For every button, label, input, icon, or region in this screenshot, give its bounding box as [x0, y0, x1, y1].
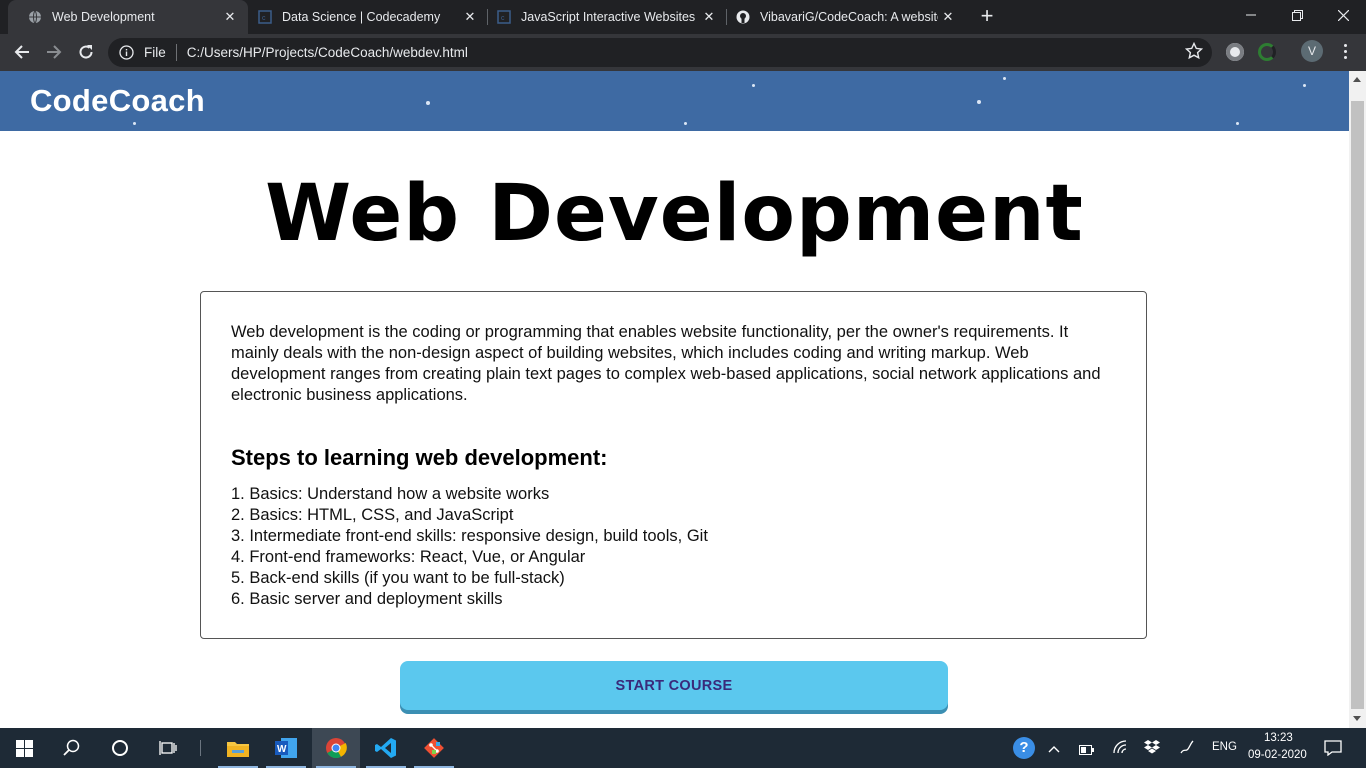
- step-item: 1. Basics: Understand how a website work…: [231, 485, 550, 503]
- site-header: CodeCoach: [0, 71, 1349, 131]
- content-card: Web development is the coding or program…: [200, 291, 1147, 639]
- intro-paragraph: Web development is the coding or program…: [231, 323, 1101, 404]
- tab-label: JavaScript Interactive Websites | C: [521, 10, 699, 24]
- battery-icon[interactable]: [1079, 742, 1095, 760]
- page-title: Web Development: [265, 169, 1084, 259]
- forward-arrow-icon: [47, 45, 62, 59]
- taskbar-divider: [200, 740, 201, 756]
- task-view-icon[interactable]: [144, 728, 192, 768]
- page-scrollbar[interactable]: [1349, 71, 1366, 728]
- forward-button[interactable]: [42, 40, 66, 64]
- tab-github-codecoach[interactable]: VibavariG/CodeCoach: A website ✕: [716, 0, 966, 34]
- header-star-decoration: [752, 84, 755, 87]
- profile-avatar[interactable]: V: [1301, 40, 1323, 62]
- dropbox-icon[interactable]: [1144, 740, 1160, 759]
- steps-list: 1. Basics: Understand how a website work…: [231, 484, 708, 610]
- new-tab-button[interactable]: +: [976, 5, 998, 27]
- scheme-label: File: [144, 45, 166, 60]
- bookmark-star-icon[interactable]: [1184, 41, 1204, 65]
- extension-grammar-icon[interactable]: [1258, 43, 1276, 61]
- language-indicator[interactable]: ENG: [1212, 741, 1237, 753]
- back-arrow-icon: [14, 45, 29, 59]
- windows-start-icon[interactable]: [0, 728, 48, 768]
- github-icon: [736, 10, 750, 24]
- word-icon[interactable]: W: [262, 728, 310, 768]
- extension-icon[interactable]: [1226, 43, 1244, 61]
- browser-toolbar: File C:/Users/HP/Projects/CodeCoach/webd…: [0, 34, 1366, 71]
- info-icon[interactable]: [118, 45, 134, 61]
- tab-label: Web Development: [52, 10, 155, 24]
- site-logo[interactable]: CodeCoach: [30, 83, 205, 119]
- address-bar[interactable]: File C:/Users/HP/Projects/CodeCoach/webd…: [108, 38, 1212, 67]
- tab-label: Data Science | Codecademy: [282, 10, 441, 24]
- cortana-icon[interactable]: [96, 728, 144, 768]
- start-course-button[interactable]: START COURSE: [400, 661, 948, 710]
- close-window-button[interactable]: [1320, 0, 1366, 30]
- globe-icon: [28, 10, 42, 24]
- tab-data-science[interactable]: c Data Science | Codecademy ✕: [238, 0, 488, 34]
- browser-tab-strip: Web Development ✕ c Data Science | Codec…: [0, 0, 1366, 34]
- codecademy-icon: c: [258, 10, 272, 24]
- help-icon[interactable]: ?: [1013, 737, 1035, 759]
- close-icon[interactable]: ✕: [220, 9, 240, 25]
- tab-label: VibavariG/CodeCoach: A website: [760, 10, 938, 24]
- svg-text:W: W: [277, 744, 287, 755]
- address-divider: [175, 44, 177, 61]
- chrome-icon[interactable]: [312, 728, 360, 768]
- scroll-down-arrow-icon[interactable]: [1353, 716, 1361, 721]
- header-star-decoration: [684, 122, 687, 125]
- clock-date[interactable]: 09-02-2020: [1248, 749, 1307, 761]
- git-icon[interactable]: [410, 728, 458, 768]
- close-icon[interactable]: ✕: [938, 9, 958, 25]
- reload-button[interactable]: [74, 40, 98, 64]
- reload-icon: [79, 45, 93, 59]
- scroll-up-arrow-icon[interactable]: [1353, 77, 1361, 82]
- tray-overflow-icon[interactable]: [1048, 741, 1060, 759]
- back-button[interactable]: [10, 40, 34, 64]
- step-item: 5. Back-end skills (if you want to be fu…: [231, 569, 565, 587]
- page-viewport: CodeCoach Web Development Web developmen…: [0, 71, 1349, 728]
- vscode-icon[interactable]: [362, 728, 410, 768]
- search-icon[interactable]: [48, 728, 96, 768]
- header-star-decoration: [977, 100, 981, 104]
- scrollbar-thumb[interactable]: [1351, 101, 1364, 709]
- tab-javascript-websites[interactable]: c JavaScript Interactive Websites | C ✕: [477, 0, 727, 34]
- header-star-decoration: [133, 122, 136, 125]
- steps-heading: Steps to learning web development:: [231, 445, 608, 470]
- header-star-decoration: [1236, 122, 1239, 125]
- header-star-decoration: [1003, 77, 1006, 80]
- svg-text:c: c: [262, 15, 266, 22]
- windows-taskbar: W ? ENG 13:23 09-02-2020: [0, 728, 1366, 768]
- header-star-decoration: [426, 101, 430, 105]
- svg-text:c: c: [501, 15, 505, 22]
- clock-time[interactable]: 13:23: [1264, 732, 1293, 744]
- file-explorer-icon[interactable]: [214, 728, 262, 768]
- header-star-decoration: [1303, 84, 1306, 87]
- step-item: 4. Front-end frameworks: React, Vue, or …: [231, 548, 586, 566]
- tab-web-development[interactable]: Web Development ✕: [8, 0, 248, 34]
- step-item: 6. Basic server and deployment skills: [231, 590, 503, 608]
- menu-icon[interactable]: [1342, 44, 1348, 59]
- step-item: 3. Intermediate front-end skills: respon…: [231, 527, 708, 545]
- url-text[interactable]: C:/Users/HP/Projects/CodeCoach/webdev.ht…: [187, 45, 468, 60]
- restore-button[interactable]: [1274, 0, 1320, 30]
- minimize-button[interactable]: [1228, 0, 1274, 30]
- pen-icon[interactable]: [1179, 739, 1195, 760]
- codecademy-icon: c: [497, 10, 511, 24]
- step-item: 2. Basics: HTML, CSS, and JavaScript: [231, 506, 514, 524]
- notification-icon[interactable]: [1324, 740, 1342, 761]
- wifi-icon[interactable]: [1112, 740, 1128, 759]
